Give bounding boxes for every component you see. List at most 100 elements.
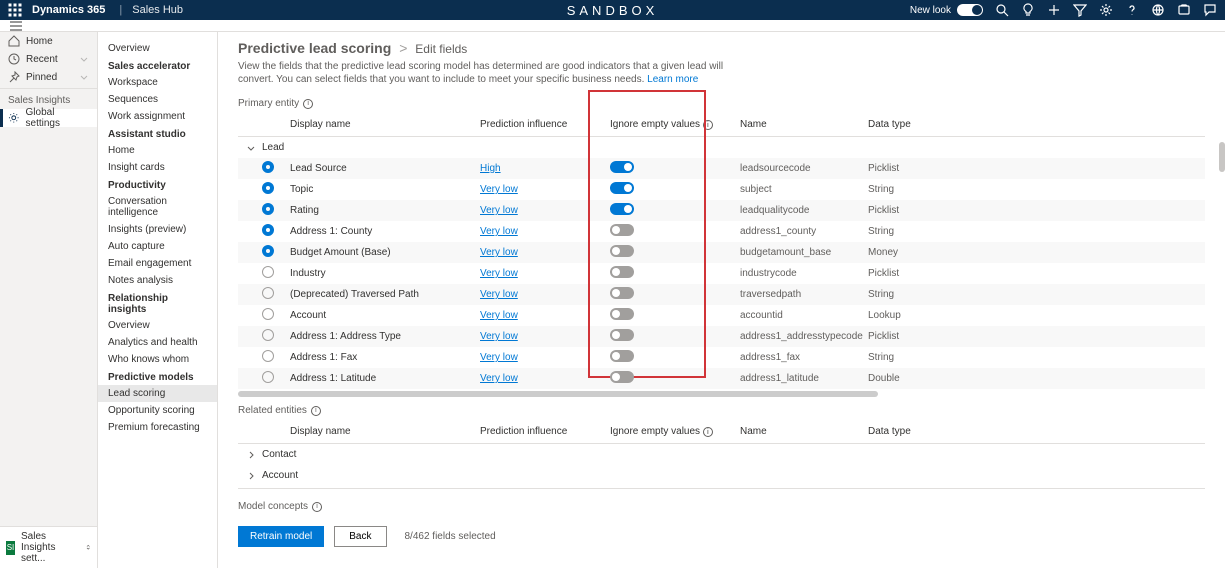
lightbulb-icon[interactable] [1021, 3, 1035, 17]
influence-link[interactable]: Very low [480, 226, 518, 237]
col-name[interactable]: Name [740, 119, 868, 130]
nav-recent[interactable]: Recent [0, 50, 97, 68]
col-display-name[interactable]: Display name [290, 119, 480, 130]
cell-ignore [610, 245, 740, 260]
nav-global-settings[interactable]: Global settings [0, 109, 97, 127]
menu-icon[interactable] [10, 21, 22, 31]
learn-more-link[interactable]: Learn more [647, 74, 698, 85]
side-auto-capture[interactable]: Auto capture [98, 238, 217, 255]
side-work-assignment[interactable]: Work assignment [98, 108, 217, 125]
col-ignore[interactable]: Ignore empty values i [610, 426, 740, 438]
search-icon[interactable] [995, 3, 1009, 17]
row-select[interactable] [262, 287, 290, 302]
breadcrumb-parent[interactable]: Predictive lead scoring [238, 40, 391, 56]
col-influence[interactable]: Prediction influence [480, 119, 610, 130]
side-who-knows[interactable]: Who knows whom [98, 351, 217, 368]
side-overview[interactable]: Overview [98, 40, 217, 57]
add-icon[interactable] [1047, 3, 1061, 17]
group-contact[interactable]: Contact [238, 444, 1205, 465]
side-sequences[interactable]: Sequences [98, 91, 217, 108]
col-type[interactable]: Data type [868, 426, 928, 437]
group-account[interactable]: Account [238, 465, 1205, 486]
influence-link[interactable]: Very low [480, 331, 518, 342]
chat-icon[interactable] [1203, 3, 1217, 17]
ignore-toggle[interactable] [610, 329, 634, 341]
col-display-name[interactable]: Display name [290, 426, 480, 437]
side-analytics-health[interactable]: Analytics and health [98, 334, 217, 351]
nav-pinned[interactable]: Pinned [0, 68, 97, 86]
col-type[interactable]: Data type [868, 119, 928, 130]
horizontal-scrollbar[interactable] [238, 391, 878, 397]
side-insight-cards[interactable]: Insight cards [98, 159, 217, 176]
app-name[interactable]: Sales Hub [132, 4, 183, 16]
page-description: View the fields that the predictive lead… [238, 60, 758, 86]
influence-link[interactable]: Very low [480, 205, 518, 216]
row-select[interactable] [262, 266, 290, 281]
settings-icon[interactable] [1099, 3, 1113, 17]
info-icon[interactable]: i [703, 427, 713, 437]
row-select[interactable] [262, 245, 290, 260]
ignore-toggle[interactable] [610, 161, 634, 173]
row-select[interactable] [262, 308, 290, 323]
ignore-toggle[interactable] [610, 224, 634, 236]
side-overview2[interactable]: Overview [98, 317, 217, 334]
ignore-toggle[interactable] [610, 308, 634, 320]
screenshot-icon[interactable] [1177, 3, 1191, 17]
cell-display-name: Address 1: Latitude [290, 373, 480, 384]
ignore-toggle[interactable] [610, 287, 634, 299]
row-select[interactable] [262, 203, 290, 218]
row-select[interactable] [262, 329, 290, 344]
cell-data-type: String [868, 226, 928, 237]
row-select[interactable] [262, 161, 290, 176]
ignore-toggle[interactable] [610, 203, 634, 215]
influence-link[interactable]: Very low [480, 289, 518, 300]
side-email-engagement[interactable]: Email engagement [98, 255, 217, 272]
side-home[interactable]: Home [98, 142, 217, 159]
back-button[interactable]: Back [334, 526, 386, 547]
info-icon[interactable]: i [703, 120, 713, 130]
influence-link[interactable]: Very low [480, 247, 518, 258]
side-workspace[interactable]: Workspace [98, 74, 217, 91]
ignore-toggle[interactable] [610, 350, 634, 362]
row-select[interactable] [262, 350, 290, 365]
nav-home[interactable]: Home [0, 32, 97, 50]
ignore-toggle[interactable] [610, 371, 634, 383]
help-icon[interactable] [1125, 3, 1139, 17]
row-select[interactable] [262, 224, 290, 239]
col-influence[interactable]: Prediction influence [480, 426, 610, 437]
app-launcher-icon[interactable] [8, 3, 22, 17]
vertical-scrollbar[interactable] [1219, 142, 1225, 422]
globe-icon[interactable] [1151, 3, 1165, 17]
col-ignore[interactable]: Ignore empty values i [610, 119, 740, 131]
side-heading: Predictive models [98, 368, 217, 385]
ignore-toggle[interactable] [610, 245, 634, 257]
col-name[interactable]: Name [740, 426, 868, 437]
new-look-toggle[interactable]: New look [910, 4, 983, 16]
side-premium-forecast[interactable]: Premium forecasting [98, 419, 217, 436]
row-select[interactable] [262, 371, 290, 386]
group-lead[interactable]: Lead [238, 137, 1205, 158]
side-notes-analysis[interactable]: Notes analysis [98, 272, 217, 289]
ignore-toggle[interactable] [610, 182, 634, 194]
influence-link[interactable]: Very low [480, 310, 518, 321]
row-select[interactable] [262, 182, 290, 197]
product-name[interactable]: Dynamics 365 [32, 4, 105, 16]
breadcrumb-current: Edit fields [415, 42, 467, 56]
side-lead-scoring[interactable]: Lead scoring [98, 385, 217, 402]
retrain-button[interactable]: Retrain model [238, 526, 324, 547]
side-insights-preview[interactable]: Insights (preview) [98, 221, 217, 238]
influence-link[interactable]: Very low [480, 373, 518, 384]
filter-icon[interactable] [1073, 3, 1087, 17]
influence-link[interactable]: Very low [480, 352, 518, 363]
side-opp-scoring[interactable]: Opportunity scoring [98, 402, 217, 419]
radio-icon [262, 329, 274, 341]
influence-link[interactable]: Very low [480, 268, 518, 279]
info-icon[interactable]: i [303, 99, 313, 109]
influence-link[interactable]: Very low [480, 184, 518, 195]
info-icon[interactable]: i [311, 406, 321, 416]
influence-link[interactable]: High [480, 163, 501, 174]
nav-area-switcher[interactable]: SI Sales Insights sett... [0, 526, 97, 568]
info-icon[interactable]: i [312, 502, 322, 512]
side-conv-intel[interactable]: Conversation intelligence [98, 193, 217, 221]
ignore-toggle[interactable] [610, 266, 634, 278]
